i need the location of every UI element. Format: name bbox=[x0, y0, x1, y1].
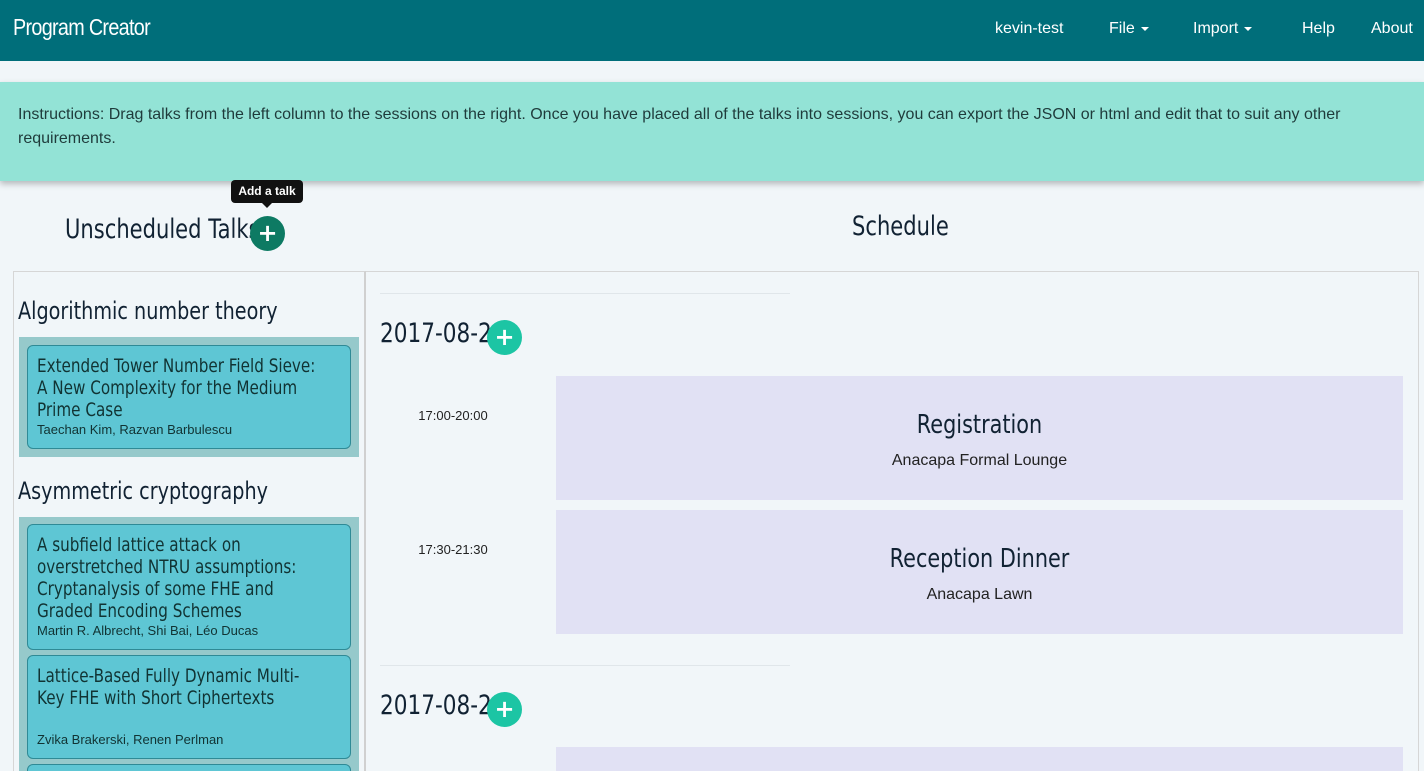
talk-card[interactable] bbox=[27, 764, 351, 771]
plus-icon: + bbox=[494, 695, 515, 723]
category-title: Algorithmic number theory bbox=[18, 297, 278, 325]
session-title: Reception Dinner bbox=[889, 544, 1070, 574]
talk-authors: Martin R. Albrecht, Shi Bai, Léo Ducas bbox=[37, 623, 259, 638]
nav-file-label: File bbox=[1109, 20, 1135, 37]
session-location: Anacapa Lawn bbox=[926, 586, 1033, 603]
talk-card[interactable]: Extended Tower Number Field Sieve: A New… bbox=[27, 345, 351, 449]
schedule-heading: Schedule bbox=[852, 211, 949, 242]
talk-card[interactable]: A subfield lattice attack on overstretch… bbox=[27, 524, 351, 650]
nav-help[interactable]: Help bbox=[1302, 20, 1335, 38]
talk-card[interactable]: Lattice-Based Fully Dynamic Multi-Key FH… bbox=[27, 655, 351, 759]
nav-import-label: Import bbox=[1193, 20, 1239, 37]
unscheduled-heading: Unscheduled Talks bbox=[65, 214, 260, 245]
talk-authors: Taechan Kim, Razvan Barbulescu bbox=[37, 422, 233, 437]
add-session-button[interactable]: + bbox=[487, 692, 522, 727]
caret-down-icon bbox=[1244, 26, 1253, 31]
talk-authors: Zvika Brakerski, Renen Perlman bbox=[37, 732, 224, 747]
navbar: Program Creator kevin-test File Import H… bbox=[0, 0, 1424, 61]
brand[interactable]: Program Creator bbox=[13, 14, 151, 41]
talk-title: A subfield lattice attack on overstretch… bbox=[37, 534, 297, 622]
talk-title: Extended Tower Number Field Sieve: A New… bbox=[37, 355, 316, 421]
nav-user[interactable]: kevin-test bbox=[995, 20, 1063, 38]
day-divider bbox=[380, 665, 790, 666]
day-divider bbox=[380, 293, 790, 294]
session-card[interactable]: Reception Dinner Anacapa Lawn bbox=[556, 510, 1403, 634]
session-card[interactable] bbox=[556, 747, 1403, 771]
caret-down-icon bbox=[1140, 26, 1149, 31]
session-time: 17:00-20:00 bbox=[418, 408, 488, 423]
nav-about[interactable]: About bbox=[1371, 20, 1413, 38]
category-title: Asymmetric cryptography bbox=[18, 477, 268, 505]
category-block: Extended Tower Number Field Sieve: A New… bbox=[19, 337, 359, 457]
session-time: 17:30-21:30 bbox=[418, 542, 488, 557]
talk-title: Lattice-Based Fully Dynamic Multi-Key FH… bbox=[37, 665, 300, 709]
plus-icon: + bbox=[494, 323, 515, 351]
session-card[interactable]: Registration Anacapa Formal Lounge bbox=[556, 376, 1403, 500]
add-session-button[interactable]: + bbox=[487, 320, 522, 355]
add-talk-tooltip: Add a talk bbox=[231, 180, 303, 208]
instructions-banner: Instructions: Drag talks from the left c… bbox=[0, 82, 1424, 181]
nav-file-menu[interactable]: File bbox=[1109, 20, 1149, 38]
nav-import-menu[interactable]: Import bbox=[1193, 20, 1253, 38]
category-block: A subfield lattice attack on overstretch… bbox=[19, 517, 359, 771]
session-title: Registration bbox=[916, 410, 1043, 440]
session-location: Anacapa Formal Lounge bbox=[891, 452, 1068, 469]
add-talk-button[interactable]: + bbox=[250, 216, 285, 251]
plus-icon: + bbox=[257, 219, 278, 247]
